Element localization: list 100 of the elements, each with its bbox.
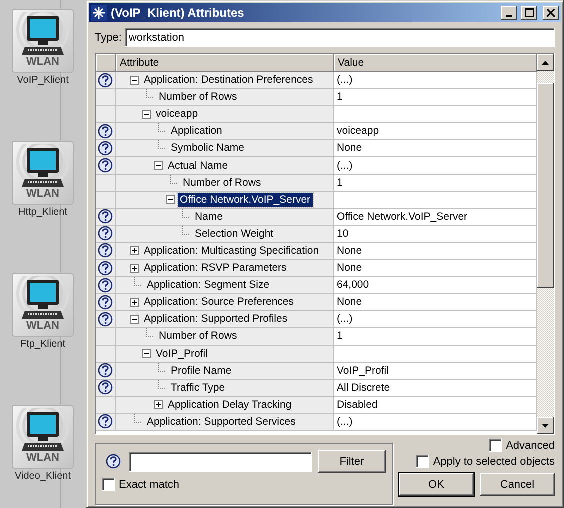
tree-line <box>170 174 177 184</box>
value-cell[interactable]: None <box>334 260 537 278</box>
value-cell[interactable]: (...) <box>334 72 537 90</box>
collapse-icon[interactable] <box>130 76 139 85</box>
help-icon[interactable] <box>98 380 113 396</box>
workstation-node[interactable]: WLAN <box>12 9 74 73</box>
value-cell[interactable]: Office Network.VoIP_Server <box>334 208 537 226</box>
tree-line <box>146 328 153 338</box>
value-cell[interactable]: 1 <box>334 174 537 192</box>
column-header[interactable]: Attribute <box>116 54 334 72</box>
checkbox[interactable] <box>416 455 430 468</box>
device-type-label: WLAN <box>26 188 60 200</box>
help-icon[interactable] <box>98 278 113 293</box>
value-cell[interactable]: All Discrete <box>334 380 537 397</box>
help-icon[interactable] <box>98 414 113 430</box>
tree-line <box>182 226 189 235</box>
device-type-label: WLAN <box>26 320 60 332</box>
collapse-icon[interactable] <box>130 314 139 324</box>
computer-icon <box>16 144 70 188</box>
collapse-icon[interactable] <box>154 161 163 170</box>
app-icon <box>91 4 107 20</box>
help-icon[interactable] <box>98 294 113 310</box>
value-cell[interactable]: Disabled <box>334 396 537 414</box>
help-icon[interactable] <box>98 124 113 139</box>
tree-line <box>158 123 165 132</box>
value-cell[interactable]: None <box>334 242 537 260</box>
help-icon[interactable] <box>98 158 113 174</box>
expand-icon[interactable] <box>130 298 139 307</box>
value-cell[interactable] <box>334 346 537 363</box>
computer-icon <box>16 12 70 56</box>
device-type-label: WLAN <box>26 56 60 68</box>
value-cell[interactable]: None <box>334 294 537 312</box>
value-cell[interactable] <box>334 106 537 124</box>
maximize-button[interactable] <box>521 6 537 20</box>
help-icon[interactable] <box>98 140 113 156</box>
computer-icon <box>16 276 70 320</box>
tree-line <box>158 380 165 389</box>
collapse-icon[interactable] <box>142 110 151 119</box>
tree-line <box>158 140 165 150</box>
tree-line <box>182 208 189 218</box>
workstation-node[interactable]: WLAN <box>12 273 74 337</box>
help-icon[interactable] <box>98 72 113 88</box>
workstation-node[interactable]: WLAN <box>12 141 74 205</box>
value-cell[interactable]: voiceapp <box>334 123 537 140</box>
type-label: Type: <box>95 32 122 44</box>
minimize-icon <box>506 14 512 16</box>
scroll-down-button[interactable] <box>537 417 554 434</box>
expand-icon[interactable] <box>154 400 163 410</box>
checkbox-label: Exact match <box>119 478 180 490</box>
attribute-name[interactable]: voiceapp <box>154 107 200 122</box>
workstation-node[interactable]: WLAN <box>12 405 74 469</box>
help-icon[interactable] <box>98 312 113 327</box>
tree-line <box>134 414 141 423</box>
window-title: (VoIP_Klient) Attributes <box>111 6 246 20</box>
collapse-icon[interactable] <box>142 349 151 358</box>
close-icon <box>547 8 555 16</box>
filter-field[interactable] <box>129 452 312 472</box>
help-icon[interactable] <box>98 209 113 224</box>
tree-line <box>158 362 165 372</box>
cancel-button[interactable]: Cancel <box>480 473 555 496</box>
help-icon[interactable] <box>98 363 113 378</box>
help-icon[interactable] <box>98 260 113 276</box>
collapse-icon[interactable] <box>166 195 175 204</box>
filter-button[interactable]: Filter <box>318 450 386 473</box>
checkbox[interactable] <box>102 478 115 491</box>
column-header[interactable]: Value <box>334 54 537 72</box>
value-cell[interactable]: None <box>334 140 537 158</box>
node-label: VoIP_Klient <box>17 75 69 86</box>
value-cell[interactable]: 1 <box>334 89 537 106</box>
value-cell[interactable] <box>334 192 537 209</box>
value-cell[interactable]: 10 <box>334 226 537 243</box>
scrollbar[interactable] <box>537 54 554 434</box>
minimize-button[interactable] <box>501 6 517 20</box>
ok-button[interactable]: OK <box>399 473 474 496</box>
value-cell[interactable]: (...) <box>334 157 537 175</box>
help-icon[interactable] <box>106 454 121 469</box>
value-cell[interactable]: VoIP_Profil <box>334 362 537 380</box>
checkbox-label: Apply to selected objects <box>433 456 555 468</box>
close-button[interactable] <box>543 6 559 20</box>
attribute-name[interactable]: Name <box>193 210 226 224</box>
value-cell[interactable]: (...) <box>334 311 537 328</box>
expand-icon[interactable] <box>130 264 139 273</box>
attribute-name[interactable]: Office Network.VoIP_Server <box>178 192 313 207</box>
help-icon[interactable] <box>98 226 113 242</box>
scroll-thumb[interactable] <box>537 83 554 288</box>
up-arrow-icon <box>542 60 549 64</box>
value-cell[interactable]: 1 <box>334 328 537 346</box>
node-label: Http_Klient <box>18 207 68 218</box>
node-label: Video_Klient <box>15 471 71 482</box>
expand-icon[interactable] <box>130 246 139 256</box>
type-field[interactable]: workstation <box>124 28 555 47</box>
value-cell[interactable]: (...) <box>334 414 537 431</box>
checkbox[interactable] <box>489 439 502 452</box>
device-type-label: WLAN <box>26 452 60 464</box>
value-cell[interactable]: 64,000 <box>334 277 537 294</box>
help-icon[interactable] <box>98 243 113 258</box>
scroll-up-button[interactable] <box>537 54 554 71</box>
tree-line <box>134 277 141 286</box>
checkbox-label: Advanced <box>506 440 555 452</box>
down-arrow-icon <box>542 424 549 428</box>
